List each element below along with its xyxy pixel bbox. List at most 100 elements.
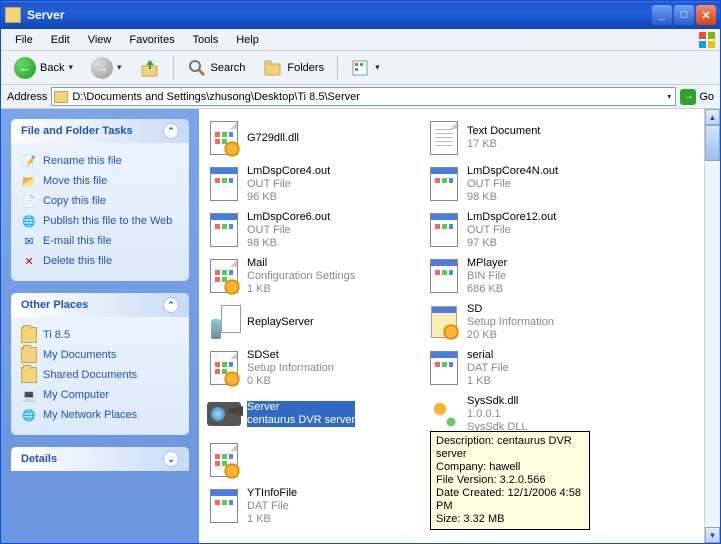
file-item[interactable]: ReplayServer: [203, 299, 423, 345]
file-type: BIN File: [467, 270, 507, 283]
file-icon: [427, 120, 461, 156]
panel-other-places: Other Places ⌃ Ti 8.5 My Documents Share…: [11, 293, 189, 435]
file-name: serial: [467, 349, 509, 362]
file-item[interactable]: LmDspCore6.outOUT File98 KB: [203, 207, 423, 253]
file-item[interactable]: LmDspCore12.outOUT File97 KB: [423, 207, 643, 253]
file-icon: [427, 304, 461, 340]
file-name: MPlayer: [467, 257, 507, 270]
titlebar[interactable]: Server _ □ ✕: [1, 1, 720, 29]
file-icon: [207, 166, 241, 202]
back-arrow-icon: ←: [14, 57, 36, 79]
back-button[interactable]: ← Back ▾: [7, 53, 80, 83]
folder-icon: [21, 367, 37, 383]
place-network-places[interactable]: 🌐My Network Places: [21, 405, 179, 425]
file-item[interactable]: Text Document17 KB: [423, 115, 643, 161]
file-type: DAT File: [467, 362, 509, 375]
file-name: G729dll.dll: [247, 132, 299, 145]
publish-icon: 🌐: [21, 213, 37, 229]
task-rename[interactable]: 📝Rename this file: [21, 151, 179, 171]
file-type: centaurus DVR server: [247, 414, 355, 427]
network-icon: 🌐: [21, 407, 37, 423]
file-type: OUT File: [467, 224, 556, 237]
rename-icon: 📝: [21, 153, 37, 169]
minimize-button[interactable]: _: [652, 5, 672, 25]
tooltip-size: Size: 3.32 MB: [436, 513, 584, 526]
menu-view[interactable]: View: [80, 32, 120, 48]
address-input[interactable]: [72, 91, 661, 103]
file-item[interactable]: serialDAT File1 KB: [423, 345, 643, 391]
file-tasks-header[interactable]: File and Folder Tasks ⌃: [11, 119, 189, 143]
task-copy[interactable]: 📄Copy this file: [21, 191, 179, 211]
folder-icon: [21, 327, 37, 343]
delete-icon: ✕: [21, 253, 37, 269]
file-item[interactable]: Servercentaurus DVR server: [203, 391, 423, 437]
task-move[interactable]: 📂Move this file: [21, 171, 179, 191]
vertical-scrollbar[interactable]: ▲ ▼: [704, 109, 720, 543]
address-field[interactable]: ▾: [51, 87, 676, 106]
file-item[interactable]: G729dll.dll: [203, 115, 423, 161]
folders-button[interactable]: Folders: [256, 55, 331, 81]
maximize-button[interactable]: □: [674, 5, 694, 25]
menu-file[interactable]: File: [7, 32, 41, 48]
address-label: Address: [7, 91, 47, 103]
file-icon: [207, 304, 241, 340]
up-folder-icon: [140, 58, 160, 78]
file-icon: [207, 212, 241, 248]
details-header[interactable]: Details ⌄: [11, 447, 189, 471]
file-item[interactable]: LmDspCore4N.outOUT File98 KB: [423, 161, 643, 207]
menu-tools[interactable]: Tools: [185, 32, 227, 48]
task-publish[interactable]: 🌐Publish this file to the Web: [21, 211, 179, 231]
file-item[interactable]: SDSetSetup Information0 KB: [203, 345, 423, 391]
close-button[interactable]: ✕: [696, 5, 716, 25]
other-places-header[interactable]: Other Places ⌃: [11, 293, 189, 317]
file-pane[interactable]: G729dll.dllLmDspCore4.outOUT File96 KBLm…: [199, 109, 720, 543]
forward-dropdown-icon[interactable]: ▾: [117, 62, 122, 73]
chevron-up-icon[interactable]: ⌃: [163, 297, 179, 313]
file-item[interactable]: MPlayerBIN File686 KB: [423, 253, 643, 299]
menubar: File Edit View Favorites Tools Help: [1, 29, 720, 51]
toolbar: ← Back ▾ → ▾ Search Folders ▾: [1, 51, 720, 85]
email-icon: ✉: [21, 233, 37, 249]
file-size: 1 KB: [467, 375, 509, 388]
file-name: LmDspCore12.out: [467, 211, 556, 224]
file-item[interactable]: MailConfiguration Settings1 KB: [203, 253, 423, 299]
menu-favorites[interactable]: Favorites: [121, 32, 182, 48]
menu-edit[interactable]: Edit: [43, 32, 78, 48]
file-name: YTInfoFile: [247, 487, 297, 500]
views-button[interactable]: ▾: [344, 55, 387, 81]
chevron-down-icon[interactable]: ⌄: [163, 451, 179, 467]
file-icon: [427, 350, 461, 386]
file-type: Setup Information: [247, 362, 334, 375]
file-size: 98 KB: [467, 191, 558, 204]
scroll-down-button[interactable]: ▼: [705, 527, 720, 543]
file-item[interactable]: YTInfoFileDAT File1 KB: [203, 483, 423, 529]
chevron-up-icon[interactable]: ⌃: [163, 123, 179, 139]
forward-button[interactable]: → ▾: [84, 53, 129, 83]
place-label: My Documents: [43, 349, 116, 361]
file-item[interactable]: LmDspCore4.outOUT File96 KB: [203, 161, 423, 207]
file-tasks-title: File and Folder Tasks: [21, 125, 133, 137]
back-dropdown-icon[interactable]: ▾: [68, 62, 73, 73]
address-dropdown-icon[interactable]: ▾: [665, 92, 673, 101]
task-delete[interactable]: ✕Delete this file: [21, 251, 179, 271]
file-icon: [427, 258, 461, 294]
file-name: SDSet: [247, 349, 334, 362]
views-dropdown-icon[interactable]: ▾: [375, 62, 380, 73]
place-my-documents[interactable]: My Documents: [21, 345, 179, 365]
task-email[interactable]: ✉E-mail this file: [21, 231, 179, 251]
file-item[interactable]: [203, 437, 423, 483]
place-ti85[interactable]: Ti 8.5: [21, 325, 179, 345]
go-button[interactable]: → Go: [680, 89, 714, 105]
scroll-thumb[interactable]: [705, 125, 720, 161]
place-my-computer[interactable]: 💻My Computer: [21, 385, 179, 405]
place-label: My Computer: [43, 389, 109, 401]
menu-help[interactable]: Help: [228, 32, 267, 48]
scroll-up-button[interactable]: ▲: [705, 109, 720, 125]
up-button[interactable]: [133, 54, 167, 82]
file-name: Mail: [247, 257, 355, 270]
search-button[interactable]: Search: [180, 55, 253, 81]
folders-label: Folders: [287, 62, 324, 74]
file-item[interactable]: SDSetup Information20 KB: [423, 299, 643, 345]
explorer-window: Server _ □ ✕ File Edit View Favorites To…: [0, 0, 721, 544]
place-shared-documents[interactable]: Shared Documents: [21, 365, 179, 385]
